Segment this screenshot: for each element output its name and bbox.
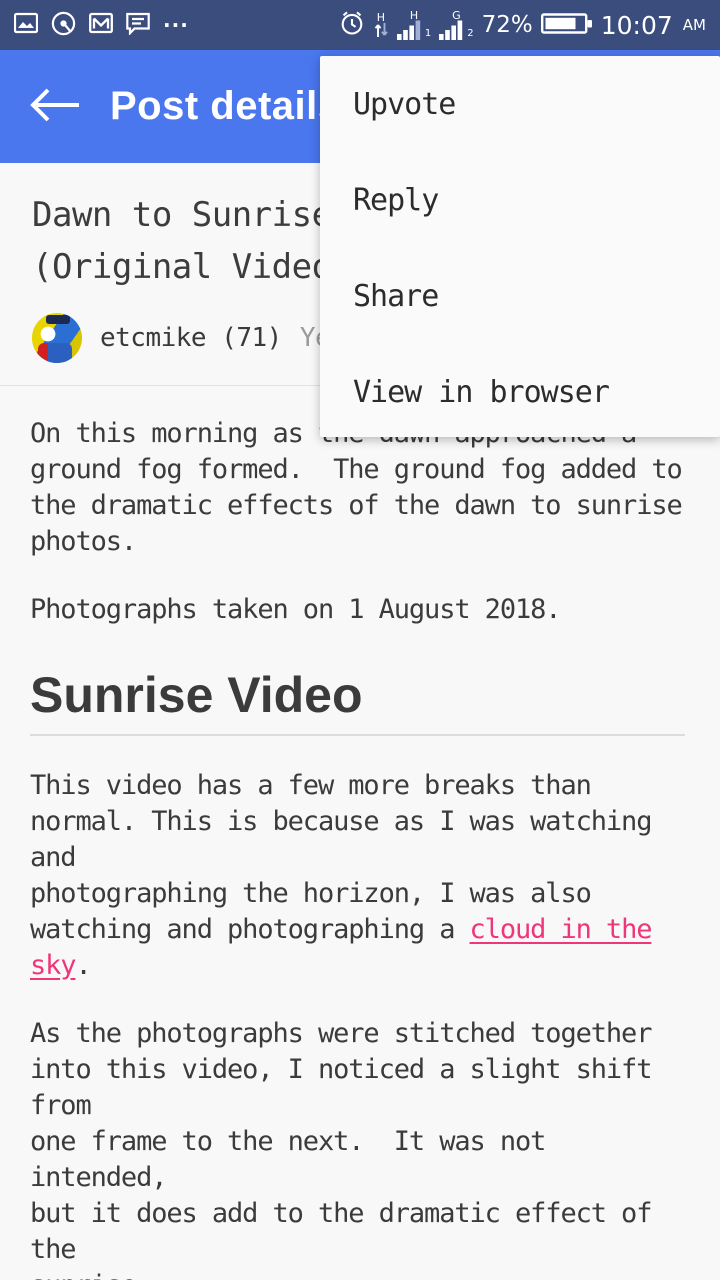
sim1-label: 1 [424, 27, 432, 39]
menu-item-reply-label: Reply [353, 182, 439, 218]
body-paragraph-3: This video has a few more breaks than no… [30, 768, 690, 984]
overflow-dots-icon: ··· [163, 13, 189, 37]
status-bar: ··· H H 1 G 2 72% 10:07 AM [0, 0, 720, 50]
post-title-line-1: Dawn to Sunrise [32, 195, 332, 235]
menu-item-share-label: Share [353, 278, 439, 314]
avatar[interactable] [32, 313, 82, 363]
message-icon [126, 12, 150, 39]
signal-bars-sim2-icon: G 2 [439, 8, 474, 40]
image-icon [13, 12, 39, 38]
section-heading-sunrise-video: Sunrise Video [30, 667, 363, 723]
menu-item-upvote[interactable]: Upvote [320, 56, 720, 152]
alarm-clock-icon [339, 10, 365, 40]
menu-item-view-in-browser-label: View in browser [353, 374, 610, 410]
status-bar-left-icons: ··· [13, 11, 189, 40]
paragraph-3-text-after-link: . [75, 950, 91, 981]
music-disc-icon [51, 11, 76, 40]
data-network-type-2: H [409, 8, 419, 22]
back-button[interactable] [0, 50, 110, 163]
menu-item-share[interactable]: Share [320, 248, 720, 344]
signal-bars-sim1-icon: H 1 [396, 8, 432, 40]
clock-label: 10:07 [600, 10, 673, 40]
battery-icon [540, 11, 593, 40]
page-title: Post details [110, 84, 341, 128]
data-transfer-icon: H [373, 10, 389, 38]
overflow-menu[interactable]: Upvote Reply Share View in browser [320, 56, 720, 437]
body-paragraph-4: As the photographs were stitched togethe… [30, 1018, 652, 1280]
battery-percent-label: 72% [481, 12, 533, 38]
phone-screen: ··· H H 1 G 2 72% 10:07 AM Post details … [0, 0, 720, 1280]
body-paragraph-2: Photographs taken on 1 August 2018. [30, 594, 562, 625]
sim2-network-type: G [452, 8, 461, 22]
status-bar-right-indicators: H H 1 G 2 72% 10:07 AM [339, 10, 706, 40]
menu-item-upvote-label: Upvote [353, 86, 456, 122]
menu-item-reply[interactable]: Reply [320, 152, 720, 248]
gmail-icon [89, 12, 113, 38]
menu-item-view-in-browser[interactable]: View in browser [320, 344, 720, 440]
back-arrow-icon [29, 85, 81, 129]
sim2-label: 2 [467, 27, 474, 39]
section-rule [30, 734, 685, 736]
post-body: On this morning as the dawn approached a… [0, 416, 720, 1280]
meridiem-label: AM [682, 16, 706, 34]
author-name[interactable]: etcmike (71) [100, 323, 282, 353]
data-network-type-1: H [376, 10, 386, 24]
